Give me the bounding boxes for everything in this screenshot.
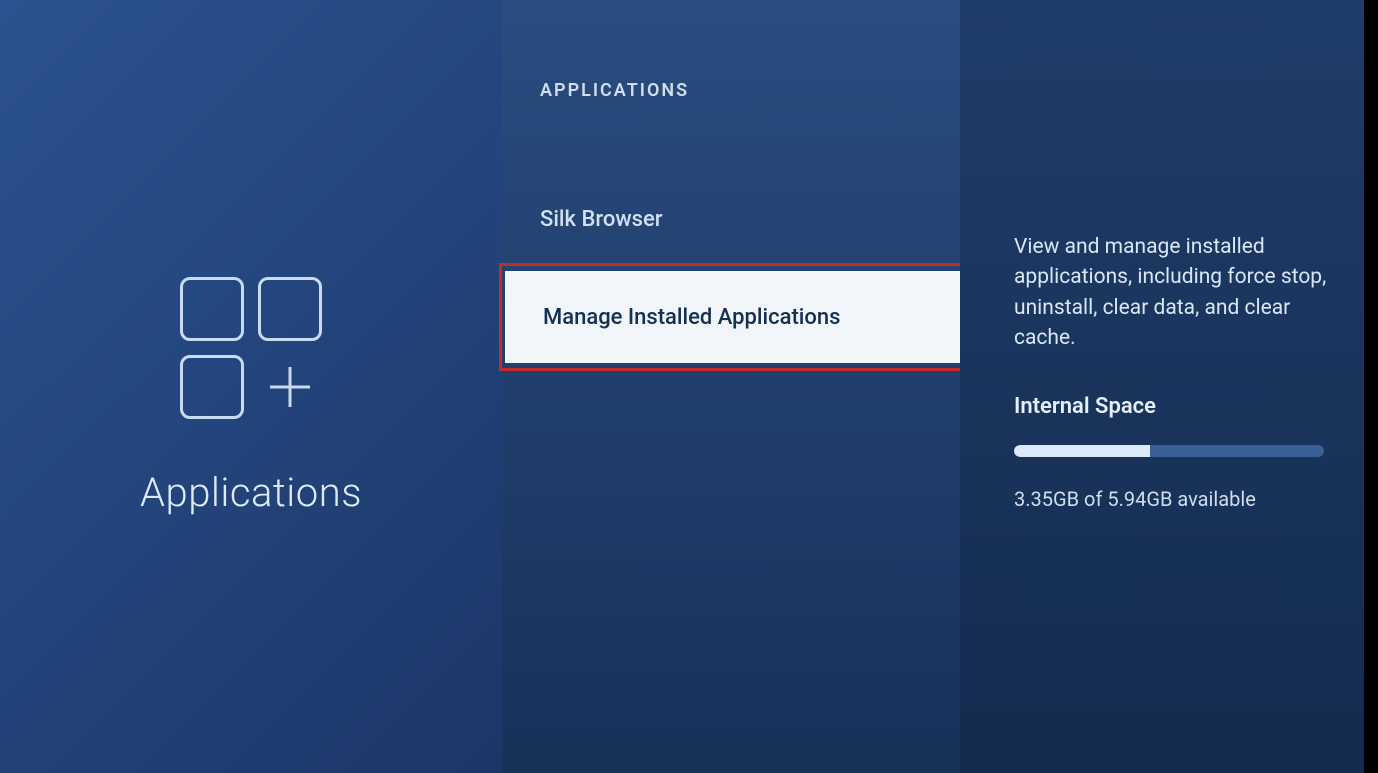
icon-square	[180, 277, 244, 341]
middle-panel: APPLICATIONS Silk Browser Manage Install…	[502, 0, 960, 773]
menu-item-manage-installed-applications[interactable]: Manage Installed Applications	[505, 271, 960, 363]
highlight-annotation: Manage Installed Applications	[499, 263, 966, 371]
section-header: APPLICATIONS	[502, 80, 960, 101]
storage-heading: Internal Space	[1014, 394, 1334, 419]
plus-icon	[258, 355, 322, 419]
menu-item-label: Manage Installed Applications	[543, 305, 840, 330]
category-title: Applications	[140, 469, 362, 516]
applications-icon	[180, 277, 322, 419]
icon-square	[258, 277, 322, 341]
right-panel: View and manage installed applications, …	[960, 0, 1364, 773]
menu-item-label: Silk Browser	[540, 207, 663, 232]
storage-progress-bar	[1014, 445, 1324, 457]
storage-progress-fill	[1014, 445, 1150, 457]
storage-available-text: 3.35GB of 5.94GB available	[1014, 487, 1334, 511]
menu-item-silk-browser[interactable]: Silk Browser	[502, 183, 960, 255]
icon-square	[180, 355, 244, 419]
left-panel: Applications	[0, 0, 502, 773]
item-description: View and manage installed applications, …	[1014, 232, 1334, 354]
